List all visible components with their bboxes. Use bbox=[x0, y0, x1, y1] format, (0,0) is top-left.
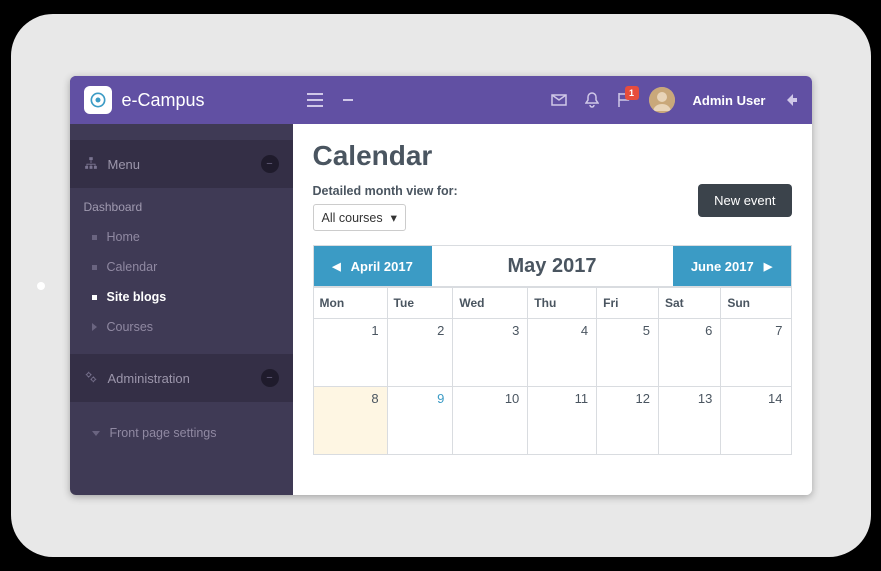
mail-icon[interactable] bbox=[551, 93, 567, 107]
sidebar-item-label: Site blogs bbox=[107, 290, 167, 304]
bell-icon[interactable] bbox=[585, 92, 599, 108]
brand-logo-icon bbox=[84, 86, 112, 114]
calendar-cell[interactable]: 2 bbox=[387, 319, 453, 387]
sidebar-item-home[interactable]: Home bbox=[70, 222, 293, 252]
page-title: Calendar bbox=[313, 140, 792, 172]
sidebar-item-site-blogs[interactable]: Site blogs bbox=[70, 282, 293, 312]
menu-section-header[interactable]: Menu − bbox=[70, 140, 293, 188]
sidebar-item-label: Courses bbox=[107, 320, 154, 334]
prev-month-label: April 2017 bbox=[351, 259, 413, 274]
sidebar-item-label: Calendar bbox=[107, 260, 158, 274]
sidebar-item-front-page-settings[interactable]: Front page settings bbox=[70, 418, 293, 448]
calendar-nav: ◀ April 2017 May 2017 June 2017 ▶ bbox=[313, 245, 792, 287]
minimize-icon[interactable] bbox=[341, 93, 355, 107]
filter-label: Detailed month view for: bbox=[313, 184, 458, 198]
day-header: Tue bbox=[387, 288, 453, 319]
calendar-cell[interactable]: 6 bbox=[659, 319, 721, 387]
collapse-icon[interactable]: − bbox=[261, 155, 279, 173]
brand-bar: e-Campus bbox=[70, 76, 293, 124]
tablet-home-button[interactable] bbox=[37, 282, 45, 290]
calendar-cell[interactable]: 5 bbox=[597, 319, 659, 387]
tablet-frame: e-Campus Menu − Dashboard Home bbox=[11, 14, 871, 557]
chevron-down-icon: ▾ bbox=[391, 210, 397, 225]
day-header: Wed bbox=[453, 288, 528, 319]
gears-icon bbox=[84, 370, 98, 387]
topbar: 1 Admin User bbox=[293, 76, 812, 124]
admin-section-header[interactable]: Administration − bbox=[70, 354, 293, 402]
day-header: Sat bbox=[659, 288, 721, 319]
sidebar-item-courses[interactable]: Courses bbox=[70, 312, 293, 342]
day-header: Thu bbox=[528, 288, 597, 319]
bullet-icon bbox=[92, 235, 97, 240]
next-month-label: June 2017 bbox=[691, 259, 754, 274]
calendar-cell[interactable]: 1 bbox=[313, 319, 387, 387]
triangle-right-icon bbox=[92, 323, 97, 331]
collapse-icon[interactable]: − bbox=[261, 369, 279, 387]
admin-label: Administration bbox=[108, 371, 190, 386]
calendar-cell-today[interactable]: 8 bbox=[313, 387, 387, 455]
brand-name: e-Campus bbox=[122, 90, 205, 111]
next-month-button[interactable]: June 2017 ▶ bbox=[673, 246, 791, 286]
calendar-cell[interactable]: 10 bbox=[453, 387, 528, 455]
course-filter-select[interactable]: All courses ▾ bbox=[313, 204, 406, 231]
menu-group-dashboard: Dashboard bbox=[70, 188, 293, 222]
triangle-down-icon bbox=[92, 431, 100, 436]
calendar-cell[interactable]: 14 bbox=[721, 387, 791, 455]
sidebar-item-label: Front page settings bbox=[110, 426, 217, 440]
calendar-cell[interactable]: 3 bbox=[453, 319, 528, 387]
content: Calendar Detailed month view for: All co… bbox=[293, 124, 812, 495]
triangle-left-icon: ◀ bbox=[332, 260, 340, 273]
notification-badge: 1 bbox=[625, 86, 639, 100]
bullet-icon bbox=[92, 265, 97, 270]
calendar-cell[interactable]: 11 bbox=[528, 387, 597, 455]
prev-month-button[interactable]: ◀ April 2017 bbox=[314, 246, 432, 286]
sidebar-item-calendar[interactable]: Calendar bbox=[70, 252, 293, 282]
triangle-right-icon: ▶ bbox=[764, 260, 772, 273]
calendar-cell[interactable]: 7 bbox=[721, 319, 791, 387]
day-header: Mon bbox=[313, 288, 387, 319]
new-event-button[interactable]: New event bbox=[698, 184, 791, 217]
main-area: 1 Admin User Calendar bbox=[293, 76, 812, 495]
screen: e-Campus Menu − Dashboard Home bbox=[70, 76, 812, 495]
calendar-table: Mon Tue Wed Thu Fri Sat Sun 1 bbox=[313, 287, 792, 455]
flag-icon[interactable]: 1 bbox=[617, 92, 631, 108]
sitemap-icon bbox=[84, 156, 98, 173]
back-arrow-icon[interactable] bbox=[784, 93, 798, 107]
select-value: All courses bbox=[322, 211, 383, 225]
day-header: Fri bbox=[597, 288, 659, 319]
username-label[interactable]: Admin User bbox=[693, 93, 766, 108]
menu-label: Menu bbox=[108, 157, 141, 172]
calendar-cell[interactable]: 9 bbox=[387, 387, 453, 455]
calendar-cell[interactable]: 13 bbox=[659, 387, 721, 455]
sidebar-item-label: Home bbox=[107, 230, 140, 244]
day-header: Sun bbox=[721, 288, 791, 319]
calendar-cell[interactable]: 12 bbox=[597, 387, 659, 455]
bullet-icon bbox=[92, 295, 97, 300]
sidebar: e-Campus Menu − Dashboard Home bbox=[70, 76, 293, 495]
hamburger-icon[interactable] bbox=[307, 93, 323, 107]
calendar-cell[interactable]: 4 bbox=[528, 319, 597, 387]
current-month-label: May 2017 bbox=[432, 246, 673, 286]
avatar[interactable] bbox=[649, 87, 675, 113]
